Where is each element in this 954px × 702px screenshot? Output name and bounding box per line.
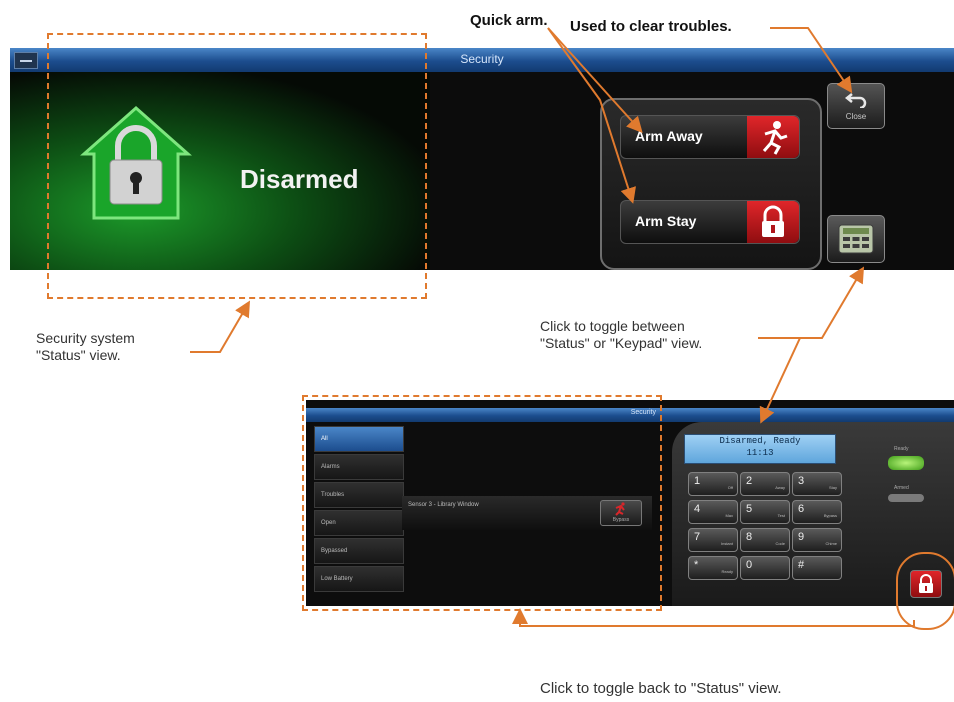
arrow-to-arm-stay (547, 27, 636, 204)
arrow-to-status-view (190, 300, 251, 353)
arrow-back-to-status (512, 608, 915, 627)
arrow-to-keypad-toggle (758, 266, 865, 339)
annotation-arrows (190, 27, 915, 627)
arrow-to-close (770, 27, 853, 94)
arrow-to-keypad-view (759, 337, 801, 424)
arrow-to-arm-away (547, 27, 643, 133)
